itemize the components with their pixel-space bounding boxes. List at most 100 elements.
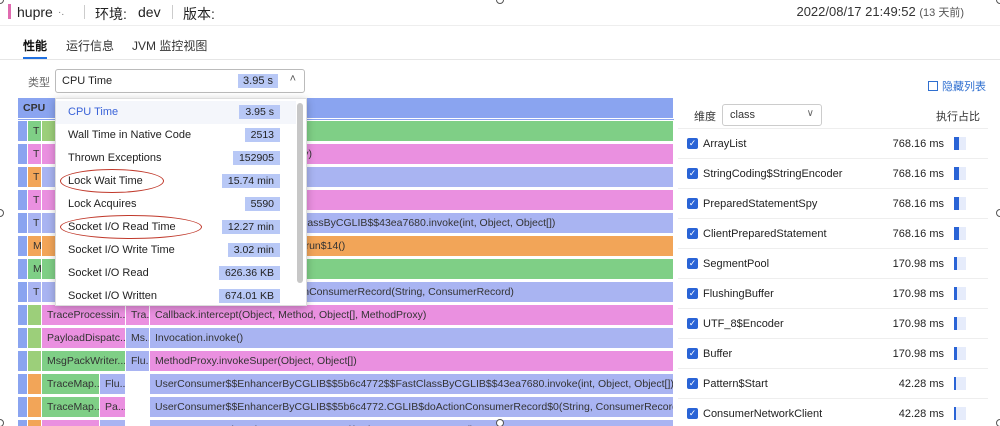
flame-frame[interactable]: T <box>28 167 42 188</box>
flame-frame[interactable]: UserConsumer.doActionConsumerRecord(Stri… <box>150 420 674 426</box>
checkbox[interactable]: ✓ <box>687 168 698 179</box>
flame-frame[interactable]: Invocation.invoke() <box>150 328 674 349</box>
flame-frame[interactable] <box>18 167 28 188</box>
flame-frame[interactable]: Pa... <box>100 397 126 418</box>
flame-frame[interactable]: Tra... <box>126 305 150 326</box>
dropdown-scrollbar[interactable] <box>297 103 303 283</box>
option-label: Socket I/O Read <box>68 267 149 279</box>
dropdown-option[interactable]: Lock Acquires 5590 <box>56 193 296 216</box>
dropdown-option[interactable]: Socket I/O Read Time 12.27 min <box>56 216 296 239</box>
resize-handle[interactable] <box>996 209 1000 217</box>
class-row[interactable]: ✓ FlushingBuffer 170.98 ms <box>678 278 988 308</box>
flame-frame[interactable] <box>28 374 42 395</box>
flame-frame[interactable] <box>28 397 42 418</box>
flame-frame[interactable]: MethodProxy.invokeSuper(Object, Object[]… <box>150 351 674 372</box>
class-name: Buffer <box>703 348 733 360</box>
class-row[interactable]: ✓ ArrayList 768.16 ms <box>678 128 988 158</box>
class-name: SegmentPool <box>703 258 770 270</box>
flame-frame[interactable] <box>18 397 28 418</box>
flame-frame[interactable]: UserConsumer$$EnhancerByCGLIB$$5b6c4772.… <box>150 397 674 418</box>
tab-runtime-info[interactable]: 运行信息 <box>66 37 114 54</box>
flame-frame[interactable]: Flu... <box>100 374 126 395</box>
checkbox[interactable]: ✓ <box>687 228 698 239</box>
env-value: dev <box>138 4 161 20</box>
flame-frame[interactable] <box>18 305 28 326</box>
flame-frame[interactable]: UserConsumer$$EnhancerByCGLIB$$5b6c4772$… <box>150 374 674 395</box>
flame-frame[interactable] <box>18 213 28 234</box>
flame-frame[interactable] <box>18 236 28 257</box>
dimension-select[interactable]: class ∨ <box>722 104 822 126</box>
class-row[interactable]: ✓ PreparedStatementSpy 768.16 ms <box>678 188 988 218</box>
class-row[interactable]: ✓ StringCoding$StringEncoder 768.16 ms <box>678 158 988 188</box>
dropdown-option[interactable]: Socket I/O Read 626.36 KB <box>56 262 296 285</box>
checkbox[interactable]: ✓ <box>687 348 698 359</box>
flame-frame[interactable] <box>28 351 42 372</box>
flame-frame[interactable] <box>18 351 28 372</box>
flame-frame[interactable] <box>18 328 28 349</box>
flame-frame[interactable] <box>28 328 42 349</box>
flame-frame[interactable]: T <box>28 190 42 211</box>
class-row[interactable]: ✓ SegmentPool 170.98 ms <box>678 248 988 278</box>
resize-handle[interactable] <box>0 419 4 426</box>
flame-frame[interactable] <box>18 420 28 426</box>
flame-frame[interactable] <box>18 282 28 303</box>
flame-frame[interactable]: M <box>28 236 42 257</box>
option-badge: 626.36 KB <box>218 266 280 280</box>
ratio-bar-fill <box>954 137 960 150</box>
flame-frame[interactable] <box>126 397 150 418</box>
dropdown-option[interactable]: Wall Time in Native Code 2513 <box>56 124 296 147</box>
flame-frame[interactable]: DD... <box>100 420 126 426</box>
option-badge: 674.01 KB <box>218 289 280 303</box>
dropdown-option[interactable]: Socket I/O Written 674.01 KB <box>56 285 296 305</box>
flame-frame[interactable] <box>18 190 28 211</box>
class-row[interactable]: ✓ UTF_8$Encoder 170.98 ms <box>678 308 988 338</box>
dropdown-option[interactable]: Socket I/O Write Time 3.02 min <box>56 239 296 262</box>
flame-frame[interactable] <box>18 259 28 280</box>
checkbox[interactable]: ✓ <box>687 318 698 329</box>
flame-frame[interactable]: M <box>28 259 42 280</box>
flame-frame[interactable]: T <box>28 144 42 165</box>
flame-frame[interactable]: T <box>28 121 42 142</box>
checkbox[interactable]: ✓ <box>687 288 698 299</box>
flame-frame[interactable]: TraceMap... <box>42 374 100 395</box>
flame-frame[interactable]: T <box>28 213 42 234</box>
flame-frame[interactable] <box>126 420 150 426</box>
class-time: 768.16 ms <box>892 168 944 180</box>
checkbox[interactable]: ✓ <box>687 378 698 389</box>
flame-frame[interactable] <box>18 374 28 395</box>
flame-frame[interactable]: MsgPackWriter... <box>42 351 126 372</box>
flame-frame[interactable]: T <box>28 282 42 303</box>
checkbox[interactable]: ✓ <box>687 258 698 269</box>
checkbox[interactable]: ✓ <box>687 198 698 209</box>
ratio-bar <box>954 167 966 180</box>
flame-frame[interactable]: Ms... <box>126 328 150 349</box>
flame-frame[interactable]: Flu... <box>126 351 150 372</box>
flame-frame[interactable]: DPScan... <box>42 420 100 426</box>
class-row[interactable]: ✓ Pattern$Start 42.28 ms <box>678 368 988 398</box>
dropdown-option[interactable]: CPU Time 3.95 s <box>56 101 296 124</box>
class-row[interactable]: ✓ ConsumerNetworkClient 42.28 ms <box>678 398 988 426</box>
checkbox[interactable]: ✓ <box>687 138 698 149</box>
ratio-bar <box>954 137 966 150</box>
flame-frame[interactable] <box>18 144 28 165</box>
dropdown-option[interactable]: Lock Wait Time 15.74 min <box>56 170 296 193</box>
resize-handle[interactable] <box>496 419 504 426</box>
flame-frame[interactable] <box>126 374 150 395</box>
flame-frame[interactable]: Callback.intercept(Object, Method, Objec… <box>150 305 674 326</box>
dropdown-option[interactable]: Thrown Exceptions 152905 <box>56 147 296 170</box>
flame-frame[interactable] <box>28 420 42 426</box>
hide-list-button[interactable]: 隐藏列表 <box>928 78 986 94</box>
tab-performance[interactable]: 性能 <box>23 37 48 59</box>
flame-frame[interactable] <box>28 305 42 326</box>
tab-jvm-monitor[interactable]: JVM 监控视图 <box>132 37 207 54</box>
checkbox[interactable]: ✓ <box>687 408 698 419</box>
resize-handle[interactable] <box>996 419 1000 426</box>
resize-handle[interactable] <box>0 209 4 217</box>
type-select[interactable]: CPU Time 3.95 s ˄ <box>55 69 305 93</box>
flame-frame[interactable] <box>18 121 28 142</box>
class-row[interactable]: ✓ ClientPreparedStatement 768.16 ms <box>678 218 988 248</box>
class-row[interactable]: ✓ Buffer 170.98 ms <box>678 338 988 368</box>
flame-frame[interactable]: TraceMap... <box>42 397 100 418</box>
flame-frame[interactable]: TraceProcessin... <box>42 305 126 326</box>
flame-frame[interactable]: PayloadDispatc... <box>42 328 126 349</box>
